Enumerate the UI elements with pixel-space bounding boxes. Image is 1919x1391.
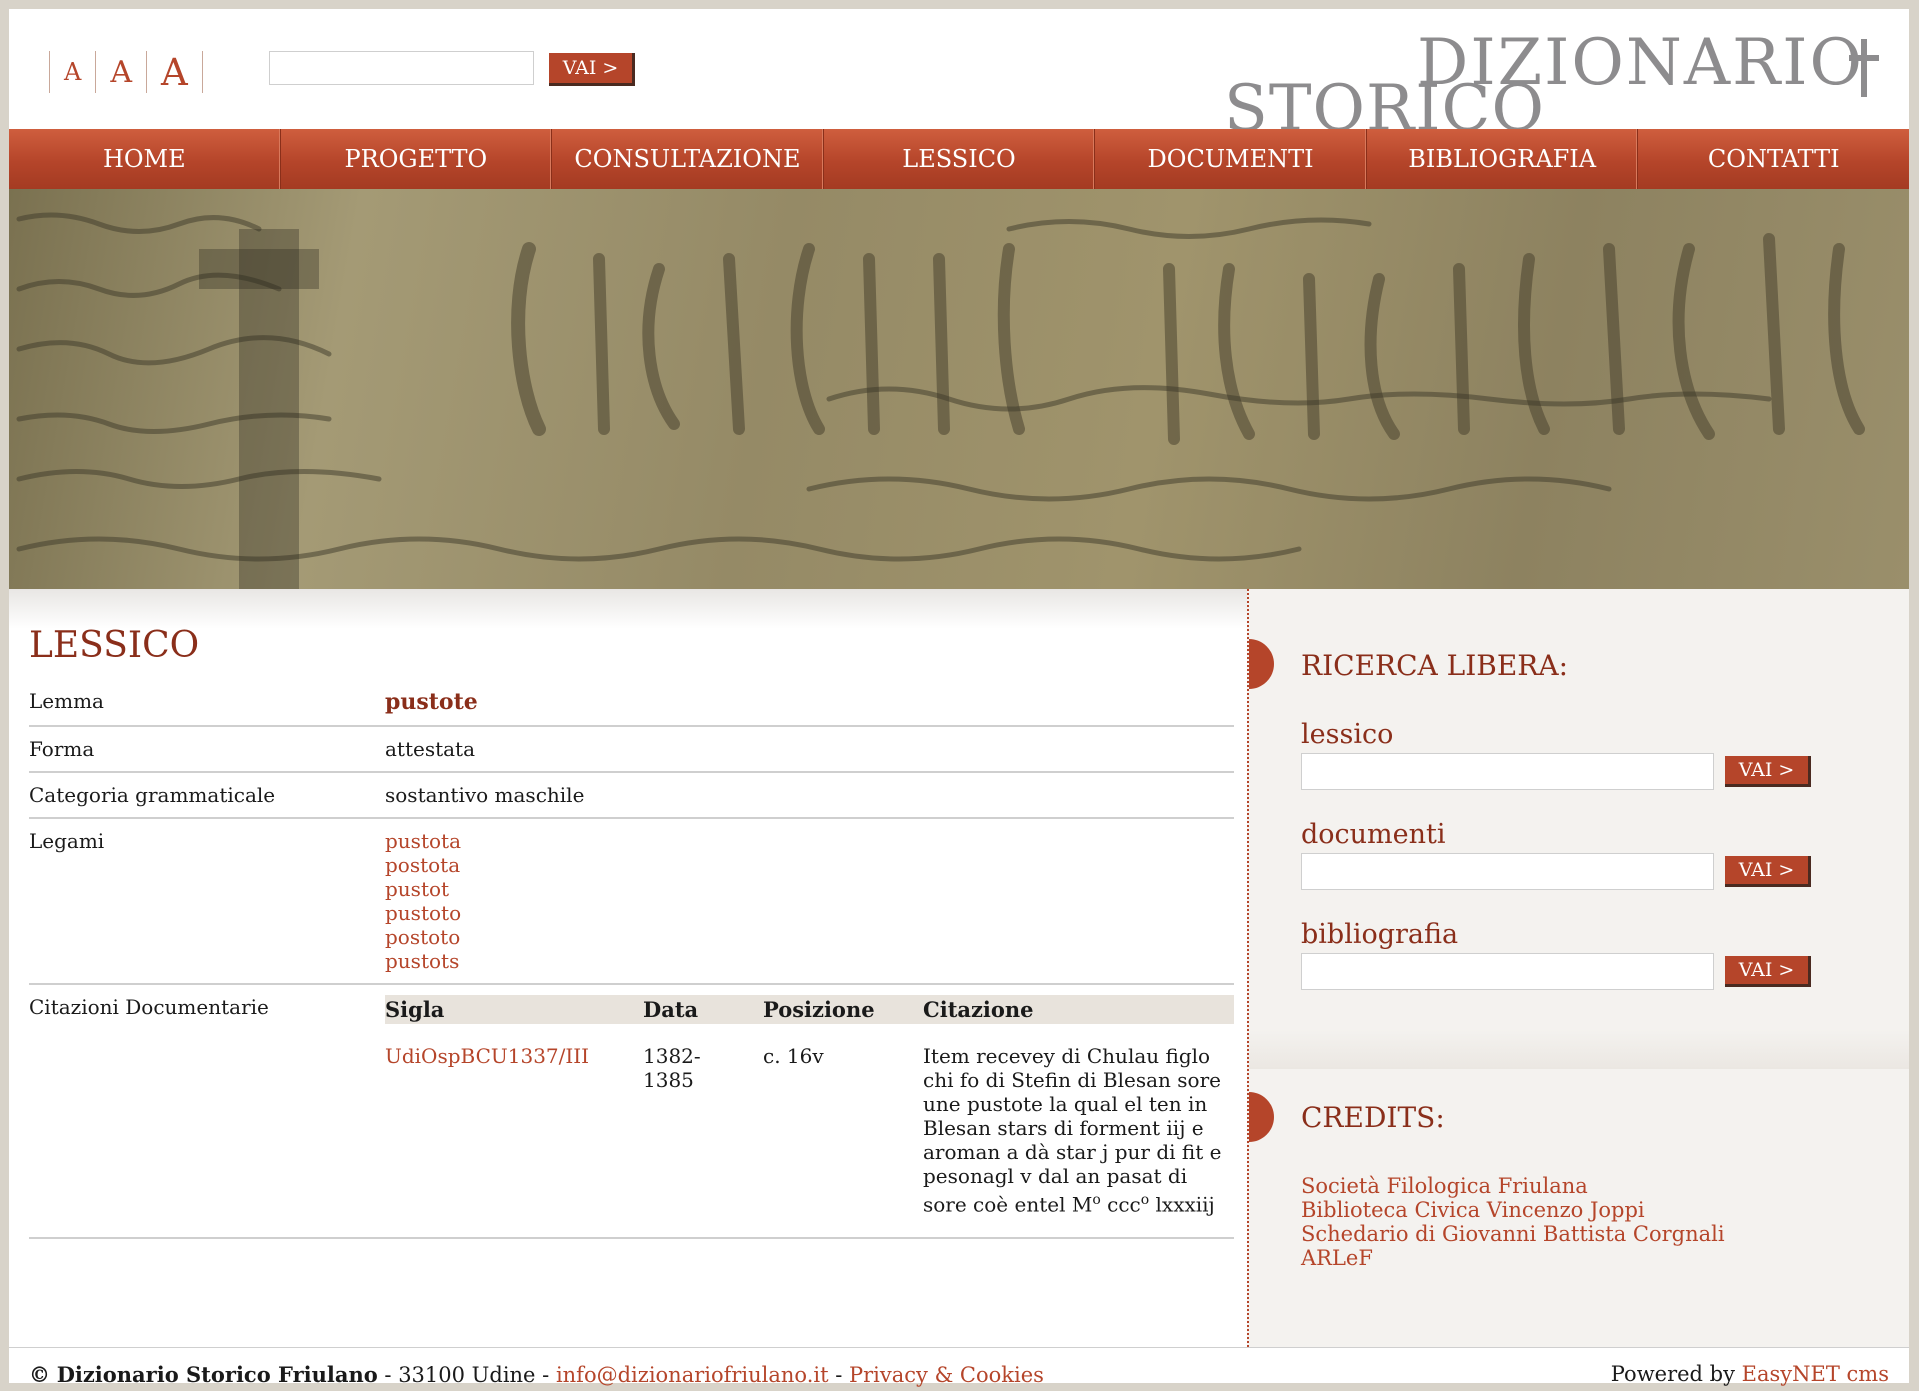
nav-progetto[interactable]: PROGETTO — [281, 129, 553, 189]
documenti-search-button[interactable]: VAI > — [1725, 856, 1811, 887]
easynet-link[interactable]: EasyNET cms — [1742, 1362, 1889, 1386]
citazione-cell: Item recevey di Chulau figlo chi fo di S… — [923, 1024, 1234, 1227]
superscript: o — [1140, 1192, 1150, 1208]
header: A A A VAI > DIZIONARIO STORICO FRIULANO — [9, 9, 1909, 205]
column-header-sigla: Sigla — [385, 995, 643, 1024]
nav-contatti[interactable]: CONTATTI — [1638, 129, 1909, 189]
font-small-button[interactable]: A — [50, 58, 95, 86]
documenti-search-input[interactable] — [1301, 853, 1714, 890]
credit-link[interactable]: ARLeF — [1301, 1246, 1373, 1270]
bibliografia-label: bibliografia — [1301, 919, 1459, 950]
divider — [201, 51, 203, 93]
citazioni-row: Citazioni Documentarie Sigla Data Posizi… — [29, 985, 1234, 1239]
nav-lessico[interactable]: LESSICO — [824, 129, 1096, 189]
site-logo[interactable]: DIZIONARIO STORICO FRIULANO — [1224, 31, 1884, 205]
footer-address: - 33100 Udine - — [377, 1363, 556, 1387]
main-nav: HOME PROGETTO CONSULTAZIONE LESSICO DOCU… — [9, 129, 1909, 189]
categoria-label: Categoria grammaticale — [29, 783, 276, 807]
table-header-row: Sigla Data Posizione Citazione — [385, 995, 1234, 1024]
privacy-link[interactable]: Privacy & Cookies — [849, 1363, 1044, 1387]
posizione-cell: c. 16v — [763, 1044, 824, 1068]
section-divider — [1249, 1029, 1909, 1069]
citazione-text-end: lxxxiij — [1149, 1192, 1215, 1217]
lessico-label: lessico — [1301, 719, 1394, 750]
credit-link[interactable]: Biblioteca Civica Vincenzo Joppi — [1301, 1198, 1645, 1222]
legame-link[interactable]: postoto — [385, 925, 1234, 949]
credit-link[interactable]: Società Filologica Friulana — [1301, 1174, 1588, 1198]
data-cell: 1382- 1385 — [643, 1024, 763, 1227]
manuscript-banner-image — [9, 189, 1909, 589]
column-header-posizione: Posizione — [763, 995, 923, 1024]
lemma-label: Lemma — [29, 689, 104, 713]
column-header-data: Data — [643, 995, 763, 1024]
header-search-button[interactable]: VAI > — [549, 53, 635, 86]
search-section-title: RICERCA LIBERA: — [1301, 649, 1569, 682]
nav-consultazione[interactable]: CONSULTAZIONE — [552, 129, 824, 189]
page: A A A VAI > DIZIONARIO STORICO FRIULANO … — [9, 9, 1909, 1387]
bibliografia-search-button[interactable]: VAI > — [1725, 956, 1811, 987]
half-circle-marker — [1249, 1092, 1274, 1142]
legami-row: Legami pustota postota pustot pustoto po… — [29, 819, 1234, 985]
legame-link[interactable]: pustota — [385, 829, 1234, 853]
email-link[interactable]: info@dizionariofriulano.it — [556, 1363, 829, 1387]
data-start: 1382- — [643, 1044, 701, 1068]
forma-value: attestata — [385, 737, 476, 761]
font-size-switcher: A A A — [49, 49, 203, 95]
half-circle-marker — [1249, 639, 1274, 689]
data-end: 1385 — [643, 1068, 694, 1092]
font-large-button[interactable]: A — [147, 51, 202, 94]
citazione-text-mid: ccc — [1100, 1192, 1141, 1217]
cross-icon — [1849, 39, 1879, 99]
citazione-text: Item recevey di Chulau figlo chi fo di S… — [923, 1044, 1222, 1217]
footer-right: Powered by EasyNET cms — [1611, 1362, 1889, 1386]
footer-site-name: Dizionario Storico Friulano — [56, 1362, 378, 1387]
forma-label: Forma — [29, 737, 95, 761]
legami-label: Legami — [29, 829, 105, 853]
legami-list: pustota postota pustot pustoto postoto p… — [385, 819, 1234, 983]
citazioni-label: Citazioni Documentarie — [29, 995, 269, 1019]
lessico-search-button[interactable]: VAI > — [1725, 756, 1811, 787]
lessico-search-input[interactable] — [1301, 753, 1714, 790]
sigla-link[interactable]: UdiOspBCU1337/III — [385, 1044, 589, 1068]
nav-bibliografia[interactable]: BIBLIOGRAFIA — [1367, 129, 1639, 189]
footer-left: © Dizionario Storico Friulano - 33100 Ud… — [29, 1362, 1044, 1387]
page-title: LESSICO — [29, 625, 200, 666]
main-content: LESSICO Lemma pustote Forma attestata Ca… — [29, 609, 1234, 1239]
font-medium-button[interactable]: A — [96, 55, 146, 90]
legame-link[interactable]: pustot — [385, 877, 1234, 901]
superscript: o — [1092, 1192, 1101, 1208]
citazioni-table: Sigla Data Posizione Citazione UdiOspBCU… — [385, 995, 1234, 1227]
bibliografia-search-input[interactable] — [1301, 953, 1714, 990]
citazioni-table-wrap: Sigla Data Posizione Citazione UdiOspBCU… — [385, 985, 1234, 1237]
nav-home[interactable]: HOME — [9, 129, 281, 189]
header-search-input[interactable] — [269, 51, 534, 85]
powered-by-label: Powered by — [1610, 1362, 1742, 1386]
legame-link[interactable]: postota — [385, 853, 1234, 877]
footer-separator: - — [828, 1363, 849, 1387]
credit-link[interactable]: Schedario di Giovanni Battista Corgnali — [1301, 1222, 1725, 1246]
categoria-row: Categoria grammaticale sostantivo maschi… — [29, 773, 1234, 819]
legame-link[interactable]: pustoto — [385, 901, 1234, 925]
footer: © Dizionario Storico Friulano - 33100 Ud… — [9, 1347, 1909, 1387]
column-header-citazione: Citazione — [923, 995, 1234, 1024]
credits-title: CREDITS: — [1301, 1101, 1445, 1134]
lemma-value: pustote — [385, 689, 478, 715]
categoria-value: sostantivo maschile — [385, 783, 585, 807]
legame-link[interactable]: pustots — [385, 949, 1234, 973]
nav-documenti[interactable]: DOCUMENTI — [1095, 129, 1367, 189]
sidebar: RICERCA LIBERA: lessico VAI > documenti … — [1247, 589, 1909, 1347]
copyright-mark: © — [29, 1362, 50, 1387]
table-row: UdiOspBCU1337/III 1382- 1385 c. 16v Item… — [385, 1024, 1234, 1227]
documenti-label: documenti — [1301, 819, 1446, 850]
forma-row: Forma attestata — [29, 727, 1234, 773]
lemma-row: Lemma pustote — [29, 679, 1234, 727]
